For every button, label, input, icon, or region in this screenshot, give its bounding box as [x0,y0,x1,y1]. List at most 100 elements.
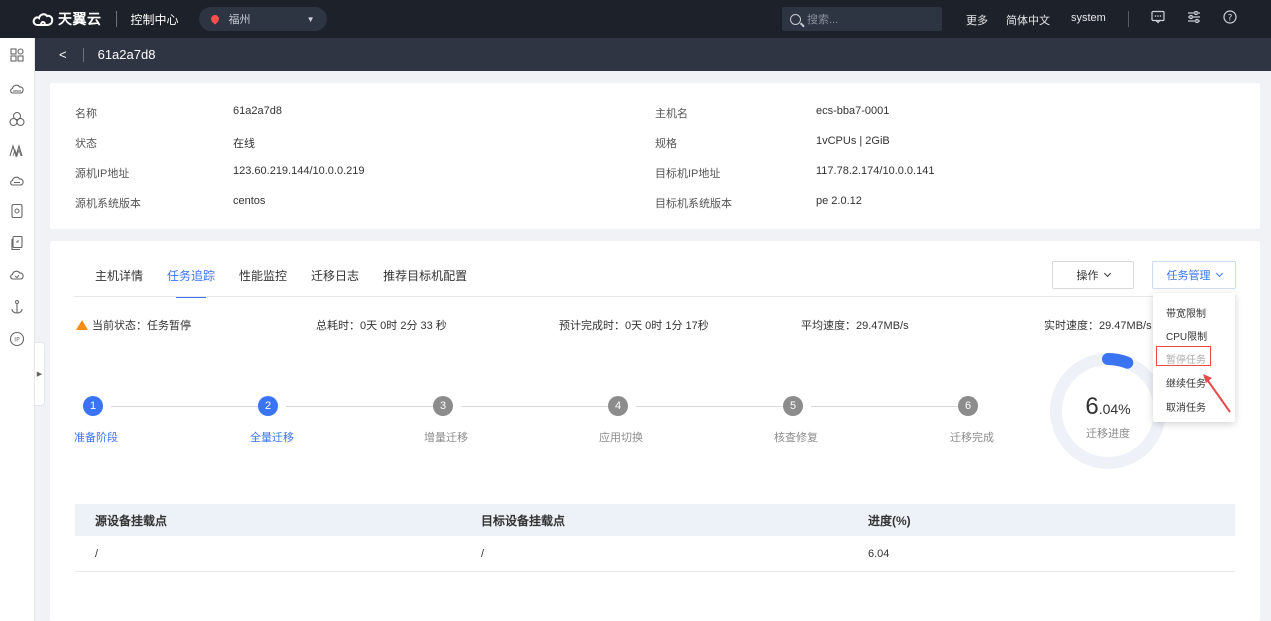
step-connector [461,406,608,407]
chevron-down-icon [1103,269,1111,278]
sidebar-toggle[interactable]: ▶ [35,342,45,406]
svg-text:IP: IP [14,337,20,344]
step-connector [111,406,258,407]
info-value: ecs-bba7-0001 [816,105,890,117]
info-value: 61a2a7d8 [233,105,282,117]
highlight-box [1156,346,1211,366]
header-target-mount: 目标设备挂载点 [481,513,566,528]
step-2-indicator: 2 [258,396,278,416]
menu-item-cpu-limit[interactable]: CPU限制 [1166,328,1207,343]
task-tracking-card: 主机详情 任务追踪 性能监控 迁移日志 推荐目标机配置 操作 任务管理 当前状态… [50,241,1260,621]
task-manage-button[interactable]: 任务管理 [1152,261,1236,289]
tab-performance[interactable]: 性能监控 [239,267,287,298]
help-icon[interactable]: ? [1222,10,1238,26]
host-info-card: 名称 61a2a7d8 状态 在线 源机IP地址 123.60.219.144/… [50,83,1260,229]
step-4-label: 应用切换 [599,432,643,444]
info-value: 117.78.2.174/10.0.0.141 [816,165,935,177]
info-value: pe 2.0.12 [816,195,862,207]
info-label: 源机系统版本 [75,198,141,210]
step-connector [286,406,433,407]
info-value: 在线 [233,138,255,150]
title-divider [82,47,84,62]
location-pin-icon [208,13,221,25]
info-label: 源机IP地址 [75,168,130,180]
header-source-mount: 源设备挂载点 [95,513,168,528]
tab-host-detail[interactable]: 主机详情 [95,267,143,298]
mount-table-header: 源设备挂载点 目标设备挂载点 进度(%) [75,504,1235,536]
search-input[interactable]: 搜索... [782,7,942,31]
dashboard-grid-icon[interactable] [8,46,26,64]
backup-icon[interactable] [8,234,26,252]
search-placeholder: 搜索... [807,14,839,26]
ip-address-icon[interactable]: IP [8,330,26,348]
step-2-label: 全量迁移 [250,432,294,444]
step-connector [811,406,958,407]
cloud-logo-icon [32,13,54,26]
page-title: 61a2a7d8 [97,47,156,62]
step-3-indicator: 3 [433,396,453,416]
region-label: 福州 [228,14,251,26]
brand-logo[interactable]: 天翼云 [32,0,102,38]
step-6-label: 迁移完成 [950,432,994,444]
info-label: 目标机系统版本 [655,198,732,210]
operate-button[interactable]: 操作 [1052,261,1134,289]
step-connector [636,406,783,407]
warning-icon [76,320,88,330]
user-menu[interactable]: system [1071,12,1106,24]
progress-percent: 6.04% [1046,393,1170,421]
step-6-indicator: 6 [958,396,978,416]
detail-tabs: 主机详情 任务追踪 性能监控 迁移日志 推荐目标机配置 [95,267,491,298]
region-selector[interactable]: 福州 ▼ [198,7,327,31]
brand-divider [115,11,117,27]
settings-sliders-icon[interactable] [1186,10,1202,26]
cloud-service-icon[interactable] [8,266,26,284]
search-icon [790,13,801,25]
tab-migration-log[interactable]: 迁移日志 [311,267,359,298]
storage-cloud-icon[interactable] [8,172,26,190]
progress-percent-dec: .04% [1098,401,1131,417]
console-link[interactable]: 控制中心 [131,11,179,28]
language-switch[interactable]: 简体中文 [1006,12,1050,28]
operate-button-label: 操作 [1076,270,1099,282]
cell-progress: 6.04 [868,547,890,560]
info-label: 状态 [75,138,97,150]
cell-source-mount: / [95,547,99,560]
info-value: centos [233,195,266,207]
anchor-icon[interactable] [8,298,26,316]
annotation-arrow-icon [1203,374,1231,413]
current-status-text: 当前状态：任务暂停 [92,320,191,332]
sidebar: IP [0,38,35,621]
average-speed: 平均速度：29.47MB/s [801,320,909,332]
step-3-label: 增量迁移 [424,432,468,444]
current-status: 当前状态：任务暂停 [76,317,191,333]
cloud-network-icon[interactable] [8,110,26,128]
elapsed-time: 总耗时：0天 0时 2分 33 秒 [316,320,447,332]
caret-down-icon: ▼ [306,14,315,24]
svg-text:?: ? [1228,14,1233,24]
message-icon[interactable] [1150,10,1166,26]
progress-label: 迁移进度 [1086,428,1130,440]
tab-task-tracking[interactable]: 任务追踪 [167,267,215,298]
topbar-divider [1128,11,1129,27]
task-manage-button-label: 任务管理 [1166,270,1211,282]
chevron-down-icon [1215,269,1223,278]
info-label: 名称 [75,108,97,120]
info-label: 规格 [655,138,677,150]
more-link[interactable]: 更多 [966,12,988,28]
info-value: 123.60.219.144/10.0.0.219 [233,165,365,177]
tabs-divider [74,296,1236,297]
step-4-indicator: 4 [608,396,628,416]
estimated-time: 预计完成时：0天 0时 1分 17秒 [559,320,709,332]
cell-target-mount: / [481,547,485,560]
step-1-label: 准备阶段 [74,432,118,444]
header-progress: 进度(%) [868,513,911,528]
cloud-server-icon[interactable] [8,80,26,98]
back-icon[interactable]: < [59,47,67,62]
database-icon[interactable] [8,202,26,220]
step-1-indicator: 1 [83,396,103,416]
realtime-speed: 实时速度：29.47MB/s [1044,320,1152,332]
tab-recommend-config[interactable]: 推荐目标机配置 [383,267,467,298]
step-5-label: 核查修复 [774,432,818,444]
menu-item-bandwidth-limit[interactable]: 带宽限制 [1166,305,1206,320]
monitor-wave-icon[interactable] [8,142,26,160]
